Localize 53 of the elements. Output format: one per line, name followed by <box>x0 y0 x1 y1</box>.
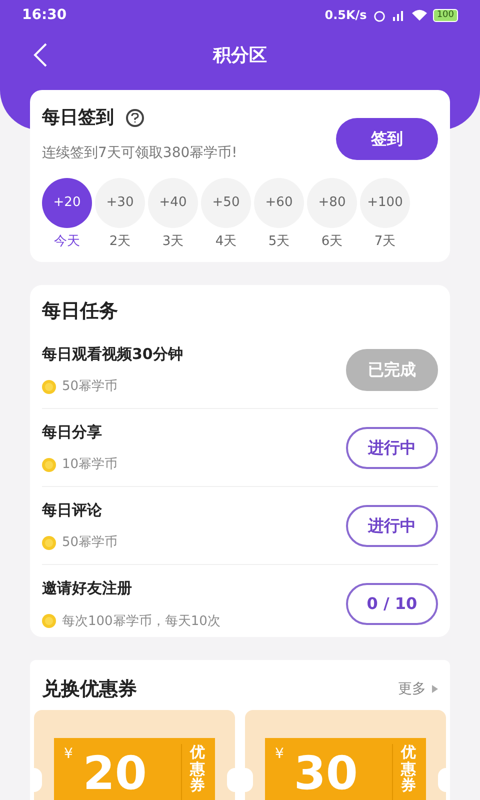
help-icon[interactable] <box>126 108 144 126</box>
day-label: 3天 <box>162 233 184 251</box>
day-points: +40 <box>148 178 198 228</box>
page-title: 积分区 <box>213 44 267 68</box>
currency-symbol: ¥ <box>275 745 284 764</box>
task-button[interactable]: 0 / 10 <box>346 583 438 625</box>
signal-icon <box>392 9 406 21</box>
task-reward: 10幂学币 <box>62 456 118 474</box>
day-points: +50 <box>201 178 251 228</box>
coupon-amount: 20 <box>82 750 147 800</box>
day-points: +30 <box>95 178 145 228</box>
coin-icon <box>42 536 56 550</box>
ticket-notch <box>245 768 253 792</box>
more-link[interactable]: 更多 <box>398 678 426 700</box>
coin-icon <box>42 380 56 394</box>
network-speed: 0.5K/s <box>324 7 367 24</box>
checkin-button[interactable]: 签到 <box>336 118 438 160</box>
ticket-notch <box>438 768 446 792</box>
section-title: 兑换优惠券 <box>42 676 137 702</box>
day-points: +60 <box>254 178 304 228</box>
day-label: 7天 <box>374 233 396 251</box>
day-label: 6天 <box>321 233 343 251</box>
back-icon[interactable] <box>32 42 48 68</box>
task-button[interactable]: 进行中 <box>346 504 438 546</box>
coupon-label: 优惠券 <box>401 744 416 794</box>
task-name: 每日评论 <box>42 500 103 520</box>
currency-symbol: ¥ <box>64 745 73 764</box>
day-points: +80 <box>307 178 357 228</box>
day-label: 5天 <box>268 233 290 251</box>
task-name: 邀请好友注册 <box>42 578 133 599</box>
coupon-label: 优惠券 <box>190 744 205 794</box>
task-name: 每日观看视频30分钟 <box>42 344 183 364</box>
task-name: 每日分享 <box>42 422 103 442</box>
day-points: +20 <box>42 178 92 228</box>
day-points: +100 <box>360 178 410 228</box>
day-label: 今天 <box>54 233 80 251</box>
coin-icon <box>42 458 56 472</box>
status-time: 16:30 <box>22 6 67 24</box>
coin-icon <box>42 614 56 628</box>
section-title: 每日任务 <box>42 299 119 324</box>
coupon-amount: 30 <box>294 750 358 800</box>
day-label: 2天 <box>109 233 131 251</box>
task-reward: 50幂学币 <box>62 378 118 396</box>
checkin-subtitle: 连续签到7天可领取380幂学币! <box>42 144 238 163</box>
task-reward: 50幂学币 <box>62 534 118 552</box>
task-button[interactable]: 进行中 <box>346 426 438 468</box>
task-reward: 每次100幂学币，每天10次 <box>62 612 220 630</box>
section-title: 每日签到 <box>42 106 114 130</box>
ticket-notch <box>227 768 235 792</box>
caret-icon <box>432 685 438 693</box>
wifi-icon <box>412 9 427 21</box>
day-label: 4天 <box>215 233 237 251</box>
ticket-notch <box>34 768 42 792</box>
